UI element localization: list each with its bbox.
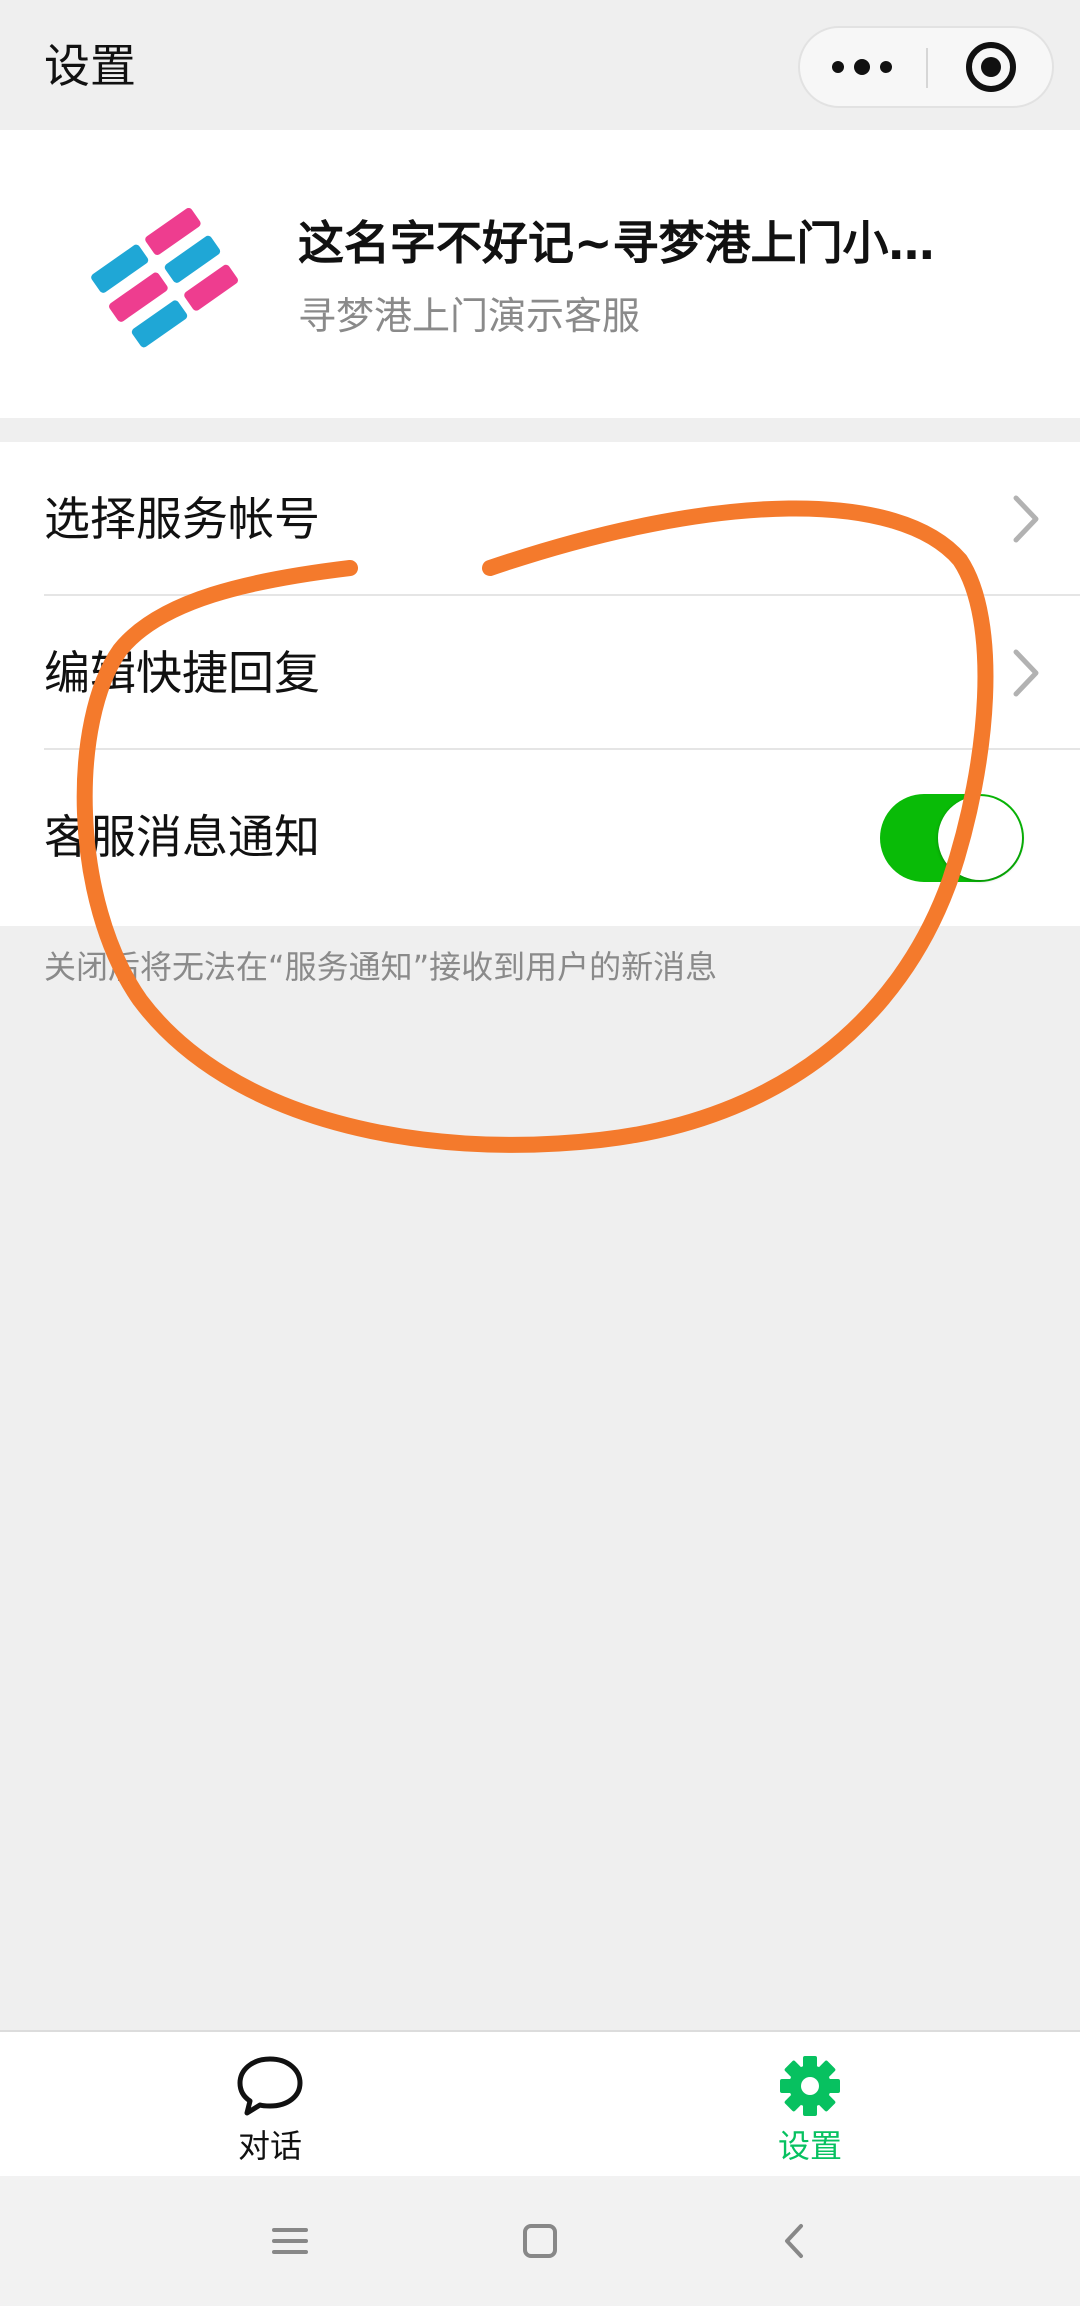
profile-card: 这名字不好记~寻梦港上门小… 寻梦港上门演示客服 bbox=[0, 130, 1080, 418]
profile-name: 这名字不好记~寻梦港上门小… bbox=[298, 216, 935, 270]
tab-label: 设置 bbox=[777, 2127, 842, 2165]
nav-back-button[interactable] bbox=[755, 2206, 835, 2276]
close-button[interactable] bbox=[928, 28, 1054, 106]
tab-settings[interactable]: 设置 bbox=[690, 2032, 930, 2178]
page-title: 设置 bbox=[44, 39, 136, 93]
more-dots-icon bbox=[832, 59, 892, 75]
back-chevron-icon bbox=[785, 2224, 803, 2258]
tab-bar: 对话 设置 bbox=[0, 2030, 1080, 2176]
notification-hint: 关闭后将无法在“服务通知”接收到用户的新消息 bbox=[44, 948, 718, 986]
chat-bubble-icon bbox=[237, 2056, 303, 2116]
settings-page: 设置 这名字不好记~寻梦港上门小… 寻梦港上门演示客服 选择服务帐号 编辑快捷回… bbox=[0, 0, 1080, 2306]
avatar bbox=[90, 204, 238, 352]
gear-icon bbox=[780, 2056, 840, 2116]
brand-logo-icon bbox=[91, 207, 238, 348]
settings-item-label: 客服消息通知 bbox=[44, 810, 320, 864]
mini-program-capsule bbox=[798, 26, 1054, 108]
more-button[interactable] bbox=[800, 28, 926, 106]
profile-subtitle: 寻梦港上门演示客服 bbox=[298, 294, 641, 338]
toggle-knob bbox=[938, 796, 1022, 880]
chevron-right-icon bbox=[1013, 649, 1039, 697]
settings-item-label: 编辑快捷回复 bbox=[44, 646, 320, 700]
settings-item-label: 选择服务帐号 bbox=[44, 492, 320, 546]
tab-chat[interactable]: 对话 bbox=[150, 2032, 390, 2178]
header-bar: 设置 bbox=[0, 0, 1080, 130]
system-nav-bar bbox=[0, 2176, 1080, 2306]
settings-list: 选择服务帐号 编辑快捷回复 客服消息通知 bbox=[0, 442, 1080, 926]
nav-menu-button[interactable] bbox=[250, 2206, 330, 2276]
menu-lines-icon bbox=[272, 2228, 308, 2254]
target-circle-icon bbox=[966, 42, 1016, 92]
settings-item-quick-reply[interactable]: 编辑快捷回复 bbox=[0, 596, 1080, 750]
home-square-icon bbox=[523, 2224, 557, 2258]
notification-toggle[interactable] bbox=[880, 794, 1024, 882]
nav-home-button[interactable] bbox=[500, 2206, 580, 2276]
settings-item-select-account[interactable]: 选择服务帐号 bbox=[0, 442, 1080, 596]
settings-item-notification: 客服消息通知 bbox=[0, 750, 1080, 926]
tab-label: 对话 bbox=[237, 2127, 302, 2165]
chevron-right-icon bbox=[1013, 495, 1039, 543]
